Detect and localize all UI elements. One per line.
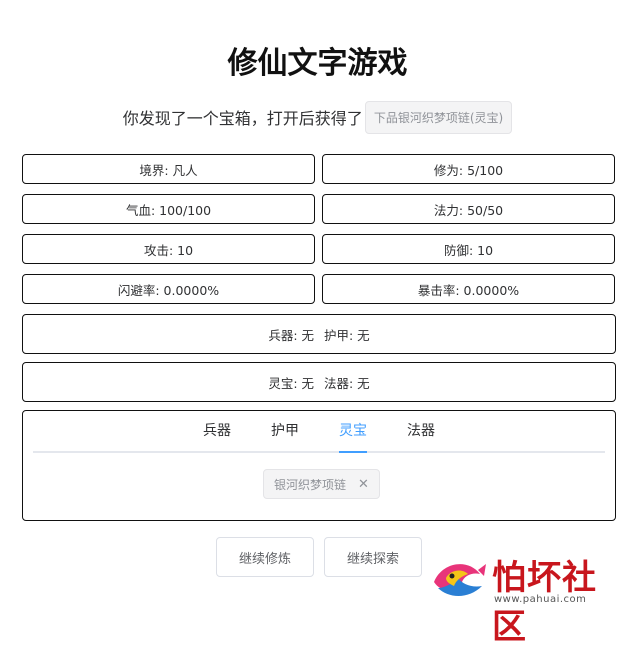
stat-mana: 法力: 50/50	[322, 194, 615, 224]
stat-cultivation: 修为: 5/100	[322, 154, 615, 184]
tab-armor[interactable]: 护甲	[251, 411, 319, 451]
message-text: 你发现了一个宝箱，打开后获得了	[122, 109, 363, 128]
loot-tag: 下品银河织梦项链(灵宝)	[364, 100, 513, 134]
stat-defense: 防御: 10	[322, 234, 615, 264]
watermark-url: www.pahuai.com	[494, 594, 587, 605]
stat-realm: 境界: 凡人	[22, 154, 315, 184]
equip-artifact: 法器: 无	[324, 375, 370, 391]
stat-crit: 暴击率: 0.0000%	[322, 274, 615, 304]
close-icon[interactable]: ✕	[358, 477, 369, 492]
message-row: 你发现了一个宝箱，打开后获得了 下品银河织梦项链(灵宝)	[0, 100, 635, 134]
stat-attack: 攻击: 10	[22, 234, 315, 264]
equipment-weapon-armor: 兵器: 无 护甲: 无	[22, 314, 616, 354]
equip-weapon: 兵器: 无	[268, 327, 314, 343]
watermark-logo: 怕坏社区 www.pahuai.com	[428, 548, 628, 647]
stat-dodge: 闪避率: 0.0000%	[22, 274, 315, 304]
tab-bar: 兵器 护甲 灵宝 法器	[33, 411, 605, 453]
equipment-treasure-artifact: 灵宝: 无 法器: 无	[22, 362, 616, 402]
page-title: 修仙文字游戏	[227, 46, 408, 81]
inventory-tabs-card: 兵器 护甲 灵宝 法器 银河织梦项链 ✕	[22, 410, 616, 521]
inventory-item-tag[interactable]: 银河织梦项链 ✕	[263, 469, 380, 499]
continue-cultivate-button[interactable]: 继续修炼	[216, 537, 314, 577]
tab-weapon[interactable]: 兵器	[183, 411, 251, 451]
continue-explore-button[interactable]: 继续探索	[324, 537, 422, 577]
tab-artifact[interactable]: 法器	[387, 411, 455, 451]
equip-treasure: 灵宝: 无	[268, 375, 314, 391]
inventory-item-label: 银河织梦项链	[274, 477, 347, 492]
fish-logo-icon	[434, 564, 486, 596]
equip-armor: 护甲: 无	[324, 327, 370, 343]
tab-treasure[interactable]: 灵宝	[319, 411, 387, 453]
stat-hp: 气血: 100/100	[22, 194, 315, 224]
